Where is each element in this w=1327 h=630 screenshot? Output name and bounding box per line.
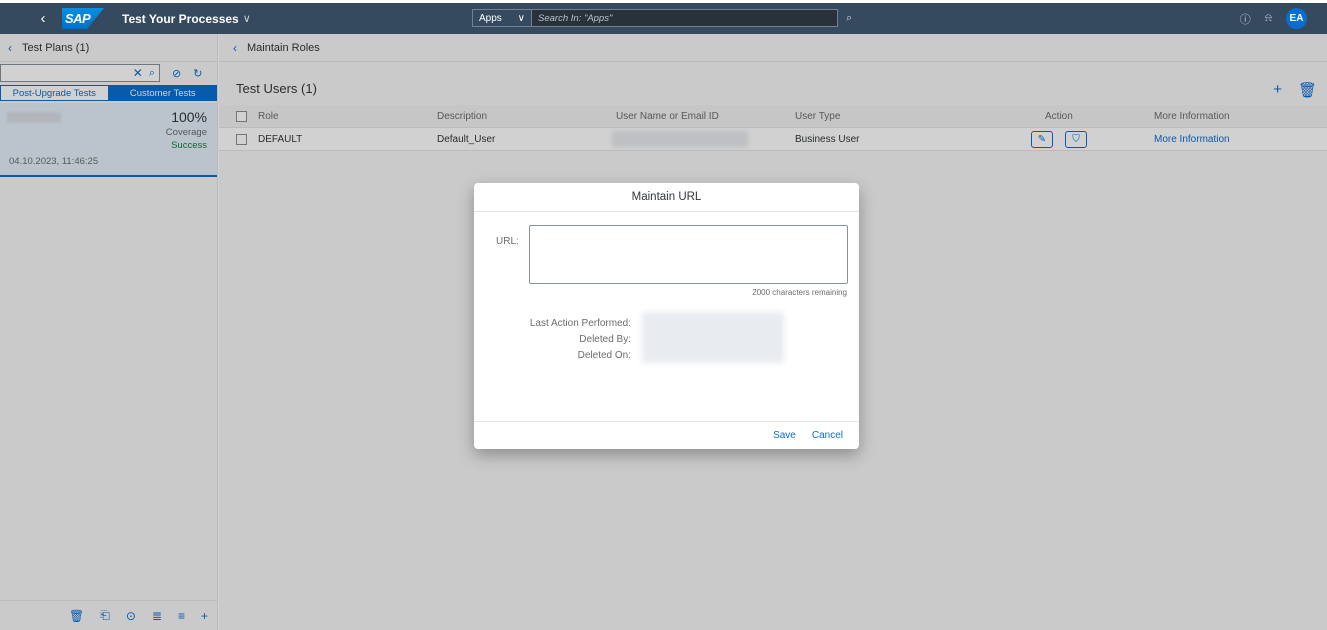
search-icon[interactable]: ⌕	[846, 9, 852, 27]
audit-labels: Last Action Performed: Deleted By: Delet…	[530, 316, 631, 364]
characters-remaining: 2000 characters remaining	[752, 288, 847, 297]
deleted-by-label: Deleted By:	[579, 334, 631, 345]
search-scope-select[interactable]: Apps ∨	[472, 9, 532, 27]
app-title[interactable]: Test Your Processes	[122, 12, 239, 26]
deleted-on-label: Deleted On:	[577, 350, 631, 361]
url-label: URL:	[496, 236, 519, 247]
dialog-footer: Save Cancel	[474, 421, 859, 449]
shell-bar: ‹ SAP Test Your Processes ∨ Apps ∨ Searc…	[0, 3, 1327, 34]
shell-search: Apps ∨ Search In: "Apps" ⌕	[472, 9, 852, 27]
shell-actions: ⓘ ⍾ EA	[1240, 8, 1307, 29]
cancel-button[interactable]: Cancel	[812, 430, 843, 441]
back-icon[interactable]: ‹	[28, 10, 58, 27]
search-input[interactable]: Search In: "Apps"	[532, 9, 838, 27]
help-icon[interactable]: ⓘ	[1240, 11, 1251, 27]
dialog-title: Maintain URL	[474, 183, 859, 212]
redacted-audit-values	[642, 312, 784, 363]
last-action-label: Last Action Performed:	[529, 318, 631, 329]
url-textarea[interactable]	[529, 225, 848, 284]
chevron-down-icon[interactable]: ∨	[243, 12, 251, 25]
save-button[interactable]: Save	[773, 430, 796, 441]
user-avatar[interactable]: EA	[1286, 8, 1307, 29]
notification-bell-icon[interactable]: ⍾	[1265, 12, 1272, 25]
sap-logo[interactable]: SAP	[62, 8, 104, 29]
search-scope-label: Apps	[479, 12, 502, 24]
chevron-down-icon: ∨	[517, 12, 525, 24]
maintain-url-dialog: Maintain URL URL: 2000 characters remain…	[474, 183, 859, 449]
